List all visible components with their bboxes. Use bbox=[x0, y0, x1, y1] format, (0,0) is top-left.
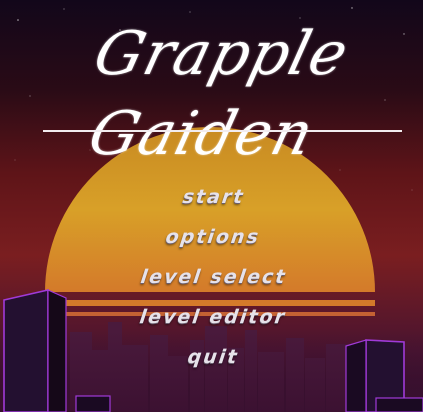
quit-button[interactable]: Quit bbox=[180, 343, 244, 383]
level-select-button[interactable]: Level Select bbox=[132, 263, 291, 303]
title-divider bbox=[43, 130, 402, 132]
main-menu: Start Options Level Select Level Editor … bbox=[0, 183, 423, 383]
options-button[interactable]: Options bbox=[158, 223, 265, 263]
level-editor-button[interactable]: Level Editor bbox=[132, 303, 291, 343]
game-title: Grapple Gaiden bbox=[82, 19, 356, 169]
start-button[interactable]: Start bbox=[174, 183, 249, 223]
